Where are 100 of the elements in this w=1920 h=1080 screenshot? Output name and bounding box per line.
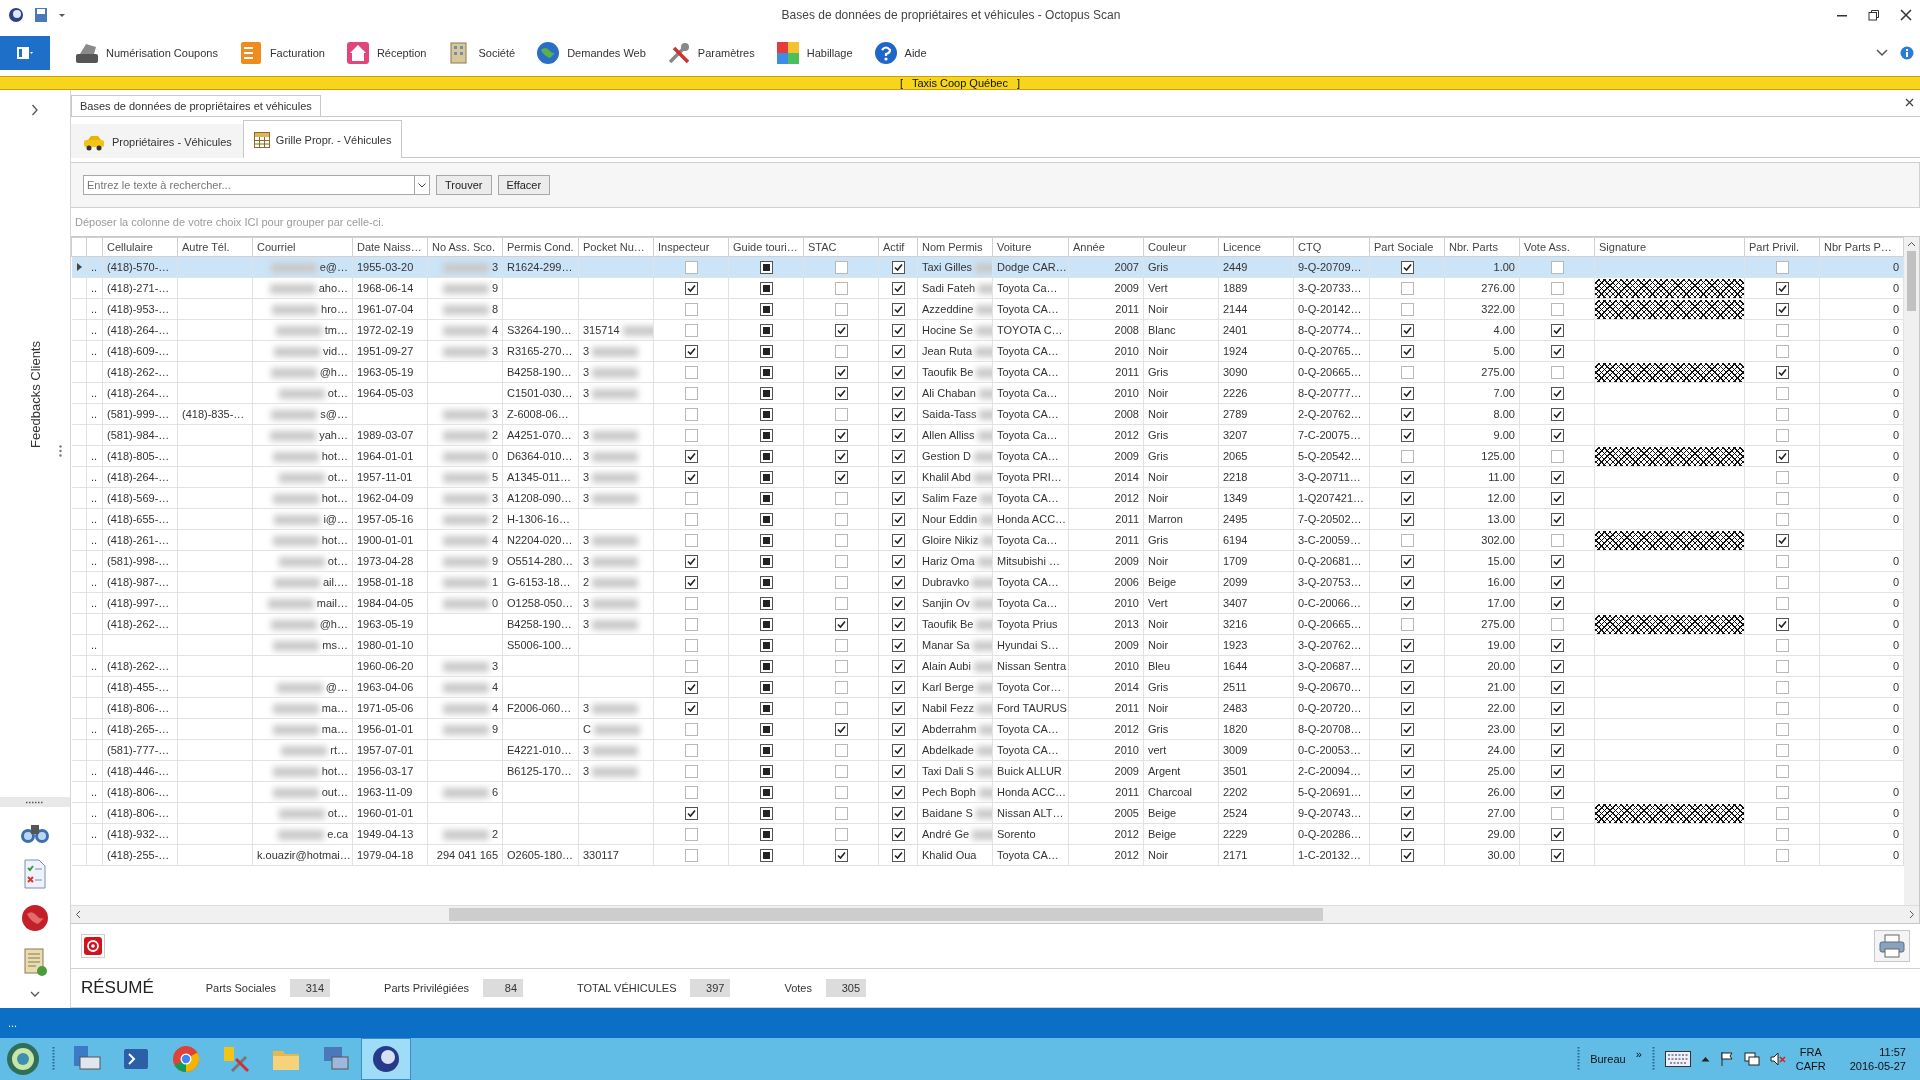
checkbox[interactable] (684, 365, 698, 379)
email-button[interactable] (81, 934, 105, 958)
checkbox[interactable] (834, 365, 848, 379)
table-row[interactable]: .. (418)-987-… ail.… 1958-01-18 1 G-6153-18… 2 Dubravko Toyota CA… 2006 Beige 2099 3-Q-20753… 16.00 0 (71, 571, 1904, 593)
tab[interactable]: Grille Propr. - Véhicules (242, 120, 403, 158)
checkbox[interactable] (1400, 575, 1414, 589)
restore-icon[interactable] (1868, 9, 1880, 21)
checkbox[interactable] (1550, 659, 1564, 673)
checkbox[interactable] (891, 659, 905, 673)
checkbox[interactable] (684, 806, 698, 820)
grip-icon[interactable] (59, 445, 62, 457)
document-tab[interactable]: Bases de données de propriétaires et véhicules (71, 95, 321, 116)
checkbox[interactable] (1775, 428, 1789, 442)
checkbox[interactable] (1775, 848, 1789, 862)
checkbox[interactable] (1775, 386, 1789, 400)
ribbon-button[interactable]: Société (436, 36, 526, 70)
checkbox[interactable] (684, 491, 698, 505)
checkbox[interactable] (1775, 638, 1789, 652)
checkbox[interactable] (891, 806, 905, 820)
checkbox[interactable] (891, 575, 905, 589)
checkbox[interactable] (1550, 344, 1564, 358)
checkbox[interactable] (759, 449, 773, 463)
checkbox[interactable] (1400, 302, 1414, 316)
checkbox[interactable] (1775, 680, 1789, 694)
table-row[interactable]: .. (418)-953-… hro… 1961-07-04 8 Azzeddine Toyota CA… 2011 Noir 2144 0-Q-20142… 322.00 0 (71, 298, 1904, 320)
checkbox[interactable] (1775, 281, 1789, 295)
checkbox[interactable] (891, 386, 905, 400)
checkbox[interactable] (684, 575, 698, 589)
checkbox[interactable] (759, 323, 773, 337)
ribbon-button[interactable]: Réception (334, 36, 437, 70)
checkbox[interactable] (684, 701, 698, 715)
checkbox[interactable] (891, 512, 905, 526)
checkbox[interactable] (1775, 302, 1789, 316)
checkbox[interactable] (1550, 764, 1564, 778)
checkbox[interactable] (684, 344, 698, 358)
checkbox[interactable] (1550, 512, 1564, 526)
checkbox[interactable] (1550, 785, 1564, 799)
ribbon-button[interactable]: Aide (862, 36, 937, 70)
checkbox[interactable] (891, 365, 905, 379)
checkbox[interactable] (1400, 701, 1414, 715)
checkbox[interactable] (1550, 806, 1564, 820)
checkbox[interactable] (684, 260, 698, 274)
checkbox[interactable] (759, 344, 773, 358)
checkbox[interactable] (834, 281, 848, 295)
app-menu-button[interactable] (0, 36, 50, 70)
keyboard-icon[interactable] (1664, 1051, 1691, 1067)
table-row[interactable]: (418)-455-… @… 1963-04-06 4 Karl Berge Toyota Cor… 2014 Gris 2511 9-Q-20670… 21.00 0 (71, 676, 1904, 698)
checkbox[interactable] (1400, 596, 1414, 610)
table-row[interactable]: (581)-777-… rt… 1957-07-01 E4221-010… 3 Abdelkade Toyota CA… 2010 vert 3009 0-C-20053… 24.00 0 (71, 739, 1904, 761)
checkbox[interactable] (1400, 764, 1414, 778)
checkbox[interactable] (1400, 638, 1414, 652)
checkbox[interactable] (1550, 575, 1564, 589)
checkbox[interactable] (891, 638, 905, 652)
checkbox[interactable] (684, 827, 698, 841)
checkbox[interactable] (891, 449, 905, 463)
checkbox[interactable] (1550, 680, 1564, 694)
table-row[interactable]: .. (418)-569-… hot… 1962-04-09 3 A1208-090… 3 Salim Faze Toyota CA… 2012 Noir 1349 1-Q207421… 12.00 0 (71, 487, 1904, 509)
checkbox[interactable] (1775, 575, 1789, 589)
taskbar-app[interactable] (361, 1038, 411, 1080)
checkbox[interactable] (1400, 848, 1414, 862)
checkbox[interactable] (1775, 533, 1789, 547)
document-icon[interactable] (22, 947, 48, 977)
table-row[interactable]: .. (418)-271-… aho… 1968-06-14 9 Sadi Fateh Toyota Ca… 2009 Vert 1889 3-Q-20733… 276.00 0 (71, 277, 1904, 299)
checkbox[interactable] (759, 470, 773, 484)
table-row[interactable]: .. (418)-261-… hot… 1900-01-01 4 N2204-020… 3 Gloire Nikiz Toyota Ca… 2011 Gris 6194 3-C-20059… 302.00 (71, 529, 1904, 551)
checkbox[interactable] (834, 491, 848, 505)
checkbox[interactable] (759, 701, 773, 715)
checkbox[interactable] (759, 281, 773, 295)
checkbox[interactable] (1550, 596, 1564, 610)
checkbox[interactable] (759, 302, 773, 316)
close-icon[interactable] (1905, 98, 1914, 107)
table-row[interactable]: .. (418)-806-… ot… 1960-01-01 Baidane S Nissan ALT… 2005 Beige 2524 9-Q-20743… 27.00 0 (71, 802, 1904, 824)
tab[interactable]: Propriétaires - Véhicules (71, 124, 243, 158)
toolbar-label[interactable]: Bureau (1590, 1053, 1626, 1065)
table-row[interactable]: .. (418)-264-… ot… 1957-11-01 5 A1345-011… 3 Khalil Abd Toyota PRI… 2014 Noir 2218 3-Q-20711… 11.00 0 (71, 466, 1904, 488)
checkbox[interactable] (1775, 617, 1789, 631)
checkbox[interactable] (759, 659, 773, 673)
globe-icon[interactable] (20, 903, 50, 933)
ribbon-button[interactable]: Numérisation Coupons (64, 36, 228, 70)
table-row[interactable]: (418)-262-… @h… 1963-05-19 B4258-190… 3 Taoufik Be Toyota Prius 2013 Noir 3216 0-Q-20665… 275.00 0 (71, 613, 1904, 635)
chevron-down-icon[interactable] (1876, 49, 1888, 57)
checkbox[interactable] (684, 680, 698, 694)
checkbox[interactable] (684, 302, 698, 316)
dropdown-button[interactable] (415, 175, 430, 195)
keyboard-layout[interactable]: CAFR (1795, 1059, 1826, 1073)
checkbox[interactable] (759, 575, 773, 589)
checkbox[interactable] (1775, 260, 1789, 274)
checkbox[interactable] (891, 302, 905, 316)
checkbox[interactable] (891, 554, 905, 568)
checkbox[interactable] (759, 260, 773, 274)
checkbox[interactable] (1400, 470, 1414, 484)
checkbox[interactable] (684, 638, 698, 652)
checkbox[interactable] (684, 533, 698, 547)
checkbox[interactable] (1550, 428, 1564, 442)
table-row[interactable]: .. (418)-265-… ma… 1956-01-01 9 C Abderrahm Toyota CA… 2012 Gris 1820 8-Q-20708… 23.00 0 (71, 718, 1904, 740)
checkbox[interactable] (759, 491, 773, 505)
checkbox[interactable] (1400, 785, 1414, 799)
checkbox[interactable] (684, 281, 698, 295)
checkbox[interactable] (891, 428, 905, 442)
checkbox[interactable] (834, 323, 848, 337)
